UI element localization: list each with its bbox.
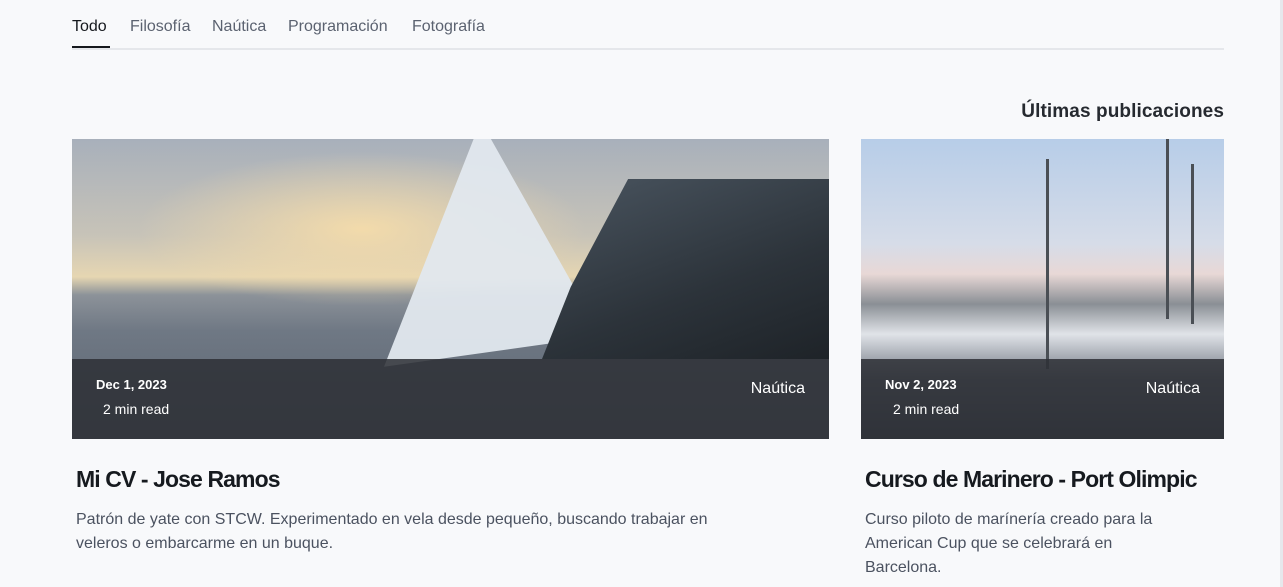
tab-filosofia[interactable]: Filosofía — [130, 17, 190, 37]
post-category[interactable]: Naútica — [1146, 380, 1200, 398]
tab-fotografia[interactable]: Fotografía — [412, 17, 485, 37]
tab-todo[interactable]: Todo — [72, 17, 107, 37]
post-read-time: 2 min read — [893, 401, 960, 417]
post-title[interactable]: Mi CV - Jose Ramos — [76, 466, 281, 493]
post-category[interactable]: Naútica — [751, 380, 805, 398]
post-image-sailboat[interactable] — [72, 139, 829, 439]
section-title: Últimas publicaciones — [1021, 101, 1224, 122]
post-date: Nov 2, 2023 — [885, 377, 957, 392]
mast-shape — [1191, 164, 1194, 324]
post-description: Curso piloto de marínería creado para la… — [865, 511, 1153, 576]
tab-programacion[interactable]: Programación — [288, 17, 388, 37]
post-description: Patrón de yate con STCW. Experimentado e… — [76, 511, 708, 552]
mast-shape — [1046, 159, 1049, 369]
mast-shape — [1166, 139, 1169, 319]
post-meta-overlay — [72, 359, 829, 439]
post-title[interactable]: Curso de Marinero - Port Olimpic — [865, 466, 1197, 493]
post-read-time: 2 min read — [103, 401, 170, 417]
post-date: Dec 1, 2023 — [96, 377, 167, 392]
active-tab-indicator — [72, 46, 110, 48]
tab-nautica[interactable]: Naútica — [212, 17, 266, 37]
post-meta-overlay — [861, 359, 1224, 439]
category-tabs: Todo Filosofía Naútica Programación Foto… — [72, 0, 1224, 50]
boat-rigging-shape — [542, 179, 829, 359]
